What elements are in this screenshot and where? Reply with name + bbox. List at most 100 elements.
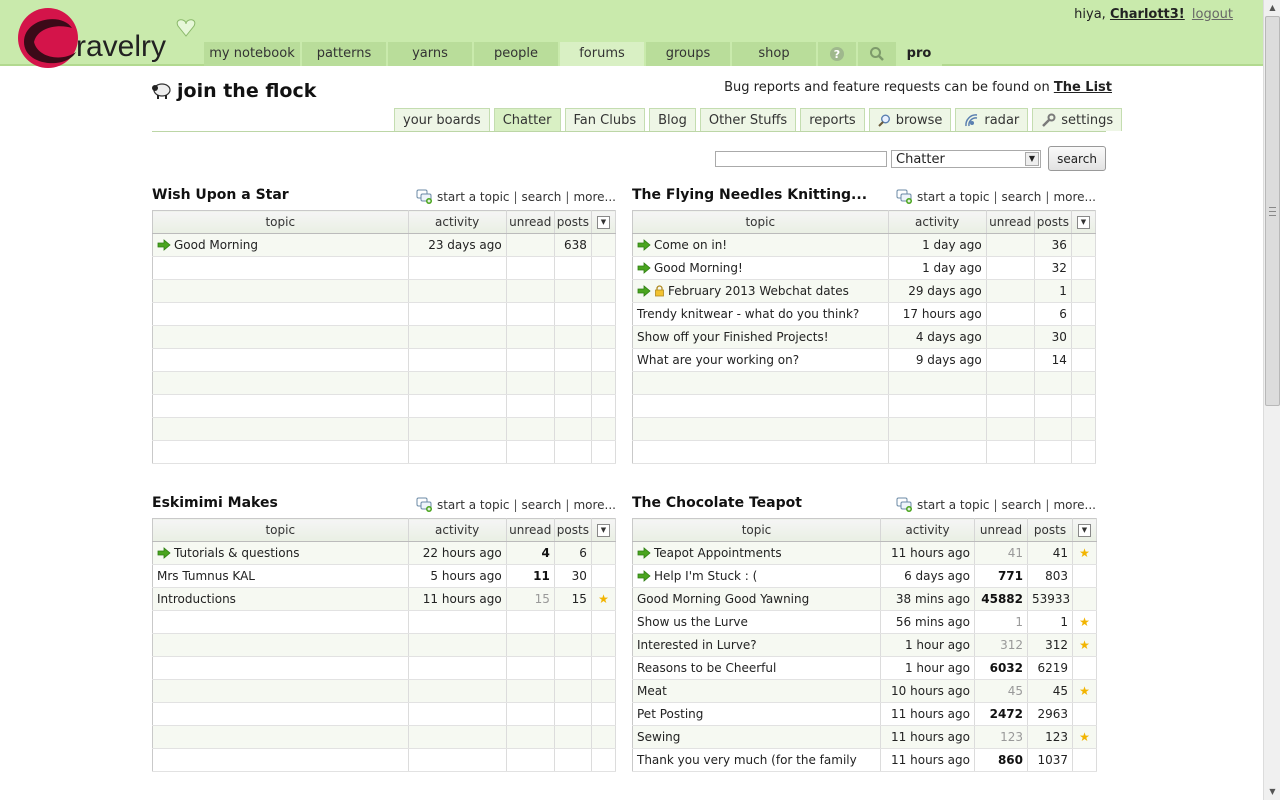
nav-shop[interactable]: shop bbox=[732, 42, 818, 66]
start-topic-link[interactable]: start a topic bbox=[437, 498, 510, 512]
tab-reports[interactable]: reports bbox=[800, 108, 865, 131]
forum-search-input[interactable] bbox=[715, 151, 887, 167]
username-link[interactable]: Charlott3! bbox=[1110, 7, 1185, 22]
board-search-link[interactable]: search bbox=[522, 498, 562, 512]
column-menu[interactable]: ▼ bbox=[591, 518, 617, 542]
topic-title[interactable]: Good Morning! bbox=[654, 261, 743, 275]
search-button[interactable]: search bbox=[1048, 146, 1106, 171]
board-more-link[interactable]: more... bbox=[573, 498, 616, 512]
tab-browse[interactable]: browse bbox=[868, 108, 952, 131]
col-unread[interactable]: unread bbox=[506, 210, 555, 234]
ravelry-logo[interactable]: ravelry bbox=[10, 4, 200, 70]
nav-patterns[interactable]: patterns bbox=[302, 42, 388, 66]
topic-cell[interactable]: Good Morning bbox=[152, 233, 409, 257]
board-title[interactable]: The Chocolate Teapot bbox=[632, 495, 802, 511]
table-row[interactable]: Introductions 11 hours ago 15 15 ★ bbox=[152, 587, 617, 611]
tab-radar[interactable]: radar bbox=[955, 108, 1029, 131]
col-topic[interactable]: topic bbox=[152, 518, 409, 542]
topic-title[interactable]: Good Morning Good Yawning bbox=[637, 592, 809, 606]
topic-cell[interactable]: Trendy knitwear - what do you think? bbox=[632, 302, 889, 326]
topic-title[interactable]: Introductions bbox=[157, 592, 236, 606]
scroll-down-arrow-icon[interactable]: ▼ bbox=[1265, 784, 1280, 800]
unread-cell[interactable] bbox=[986, 279, 1035, 303]
unread-cell[interactable]: 15 bbox=[506, 587, 555, 611]
table-row[interactable]: Tutorials & questions 22 hours ago 4 6 bbox=[152, 541, 617, 565]
topic-cell[interactable]: Teapot Appointments bbox=[632, 541, 881, 565]
col-unread[interactable]: unread bbox=[974, 518, 1028, 542]
table-row[interactable]: Sewing 11 hours ago 123 123 ★ bbox=[632, 725, 1097, 749]
table-row[interactable]: Thank you very much (for the family 11 ho… bbox=[632, 748, 1097, 772]
topic-title[interactable]: What are your working on? bbox=[637, 353, 799, 367]
topic-cell[interactable]: Meat bbox=[632, 679, 881, 703]
table-row[interactable]: Show us the Lurve 56 mins ago 1 1 ★ bbox=[632, 610, 1097, 634]
col-activity[interactable]: activity bbox=[408, 210, 507, 234]
chevron-down-icon[interactable]: ▼ bbox=[596, 216, 610, 229]
unread-cell[interactable]: 6032 bbox=[974, 656, 1028, 680]
table-row[interactable]: Trendy knitwear - what do you think? 17 h… bbox=[632, 302, 1097, 326]
column-menu[interactable]: ▼ bbox=[1072, 518, 1097, 542]
col-topic[interactable]: topic bbox=[632, 210, 889, 234]
tab-settings[interactable]: settings bbox=[1032, 108, 1123, 131]
col-topic[interactable]: topic bbox=[632, 518, 881, 542]
topic-title[interactable]: Interested in Lurve? bbox=[637, 638, 757, 652]
table-row[interactable]: Reasons to be Cheerful 1 hour ago 6032 6219 bbox=[632, 656, 1097, 680]
unread-cell[interactable]: 860 bbox=[974, 748, 1028, 772]
board-title[interactable]: Eskimimi Makes bbox=[152, 495, 278, 511]
nav-groups[interactable]: groups bbox=[646, 42, 732, 66]
nav-my-notebook[interactable]: my notebook bbox=[204, 42, 302, 66]
topic-cell[interactable]: Mrs Tumnus KAL bbox=[152, 564, 409, 588]
unread-cell[interactable]: 45882 bbox=[974, 587, 1028, 611]
logout-link[interactable]: logout bbox=[1192, 7, 1233, 22]
topic-cell[interactable]: Pet Posting bbox=[632, 702, 881, 726]
chevron-down-icon[interactable]: ▼ bbox=[1025, 152, 1039, 166]
nav-people[interactable]: people bbox=[474, 42, 560, 66]
chevron-down-icon[interactable]: ▼ bbox=[1078, 524, 1091, 537]
tab-chatter[interactable]: Chatter bbox=[493, 108, 561, 131]
tab-other-stuffs[interactable]: Other Stuffs bbox=[699, 108, 797, 131]
unread-cell[interactable]: 123 bbox=[974, 725, 1028, 749]
topic-title[interactable]: Thank you very much (for the family bbox=[637, 753, 857, 767]
star-icon[interactable]: ★ bbox=[1072, 610, 1097, 634]
board-title[interactable]: The Flying Needles Knitting... bbox=[632, 187, 867, 203]
table-row[interactable]: Good Morning! 1 day ago 32 bbox=[632, 256, 1097, 280]
topic-title[interactable]: Tutorials & questions bbox=[174, 546, 299, 560]
table-row[interactable]: Interested in Lurve? 1 hour ago 312 312 ★ bbox=[632, 633, 1097, 657]
col-activity[interactable]: activity bbox=[408, 518, 507, 542]
col-posts[interactable]: posts bbox=[1027, 518, 1073, 542]
topic-cell[interactable]: Good Morning! bbox=[632, 256, 889, 280]
start-topic-link[interactable]: start a topic bbox=[917, 498, 990, 512]
search-icon[interactable] bbox=[858, 42, 898, 66]
unread-cell[interactable] bbox=[986, 302, 1035, 326]
unread-cell[interactable]: 4 bbox=[506, 541, 555, 565]
scroll-thumb[interactable] bbox=[1265, 16, 1280, 406]
forum-scope-select[interactable]: Chatter ▼ bbox=[891, 150, 1041, 168]
chevron-down-icon[interactable]: ▼ bbox=[1076, 216, 1090, 229]
topic-title[interactable]: Mrs Tumnus KAL bbox=[157, 569, 255, 583]
topic-cell[interactable]: Sewing bbox=[632, 725, 881, 749]
board-search-link[interactable]: search bbox=[1002, 498, 1042, 512]
unread-cell[interactable]: 41 bbox=[974, 541, 1028, 565]
star-icon[interactable]: ★ bbox=[1072, 541, 1097, 565]
topic-title[interactable]: Reasons to be Cheerful bbox=[637, 661, 776, 675]
col-unread[interactable]: unread bbox=[986, 210, 1035, 234]
topic-cell[interactable]: Reasons to be Cheerful bbox=[632, 656, 881, 680]
topic-cell[interactable]: Good Morning Good Yawning bbox=[632, 587, 881, 611]
unread-cell[interactable]: 312 bbox=[974, 633, 1028, 657]
table-row[interactable]: Good Morning Good Yawning 38 mins ago 4588… bbox=[632, 587, 1097, 611]
unread-cell[interactable] bbox=[986, 256, 1035, 280]
table-row[interactable]: What are your working on? 9 days ago 14 bbox=[632, 348, 1097, 372]
topic-title[interactable]: Sewing bbox=[637, 730, 680, 744]
unread-cell[interactable] bbox=[986, 233, 1035, 257]
col-topic[interactable]: topic bbox=[152, 210, 409, 234]
tab-fan-clubs[interactable]: Fan Clubs bbox=[564, 108, 646, 131]
star-icon[interactable]: ★ bbox=[1072, 725, 1097, 749]
table-row[interactable]: Pet Posting 11 hours ago 2472 2963 bbox=[632, 702, 1097, 726]
topic-cell[interactable]: Come on in! bbox=[632, 233, 889, 257]
help-icon[interactable]: ? bbox=[818, 42, 858, 66]
col-posts[interactable]: posts bbox=[554, 518, 592, 542]
topic-title[interactable]: Teapot Appointments bbox=[654, 546, 782, 560]
board-search-link[interactable]: search bbox=[522, 190, 562, 204]
start-topic-link[interactable]: start a topic bbox=[917, 190, 990, 204]
table-row[interactable]: February 2013 Webchat dates 29 days ago 1 bbox=[632, 279, 1097, 303]
topic-title[interactable]: Come on in! bbox=[654, 238, 727, 252]
